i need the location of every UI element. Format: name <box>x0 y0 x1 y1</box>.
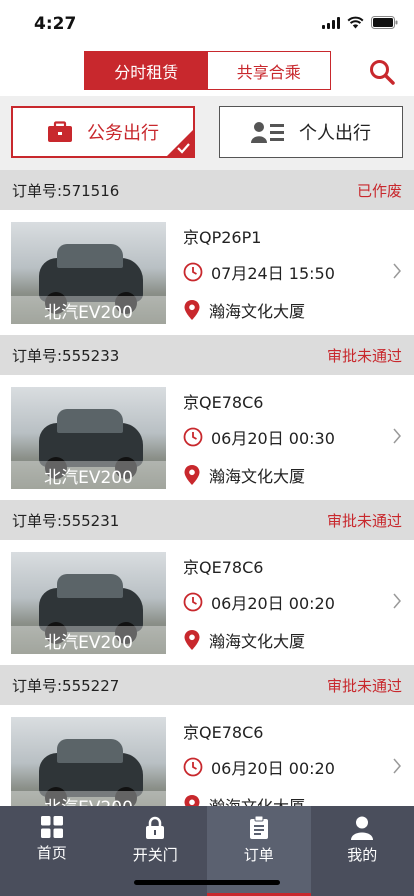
order-list: 订单号:571516 已作废 北汽EV200 京QP26P1 07月24日 15… <box>0 170 414 806</box>
location-pin-icon <box>184 300 200 320</box>
tab-orders-label: 订单 <box>243 846 274 864</box>
grid-icon <box>40 816 63 838</box>
order-item[interactable]: 订单号:555231 审批未通过 北汽EV200 京QE78C6 06月20日 … <box>0 500 414 665</box>
clock-icon <box>183 592 203 612</box>
location-row: 瀚海文化大厦 <box>183 793 305 806</box>
order-status: 审批未通过 <box>326 511 402 530</box>
location-pin-icon <box>184 630 200 650</box>
location-row: 瀚海文化大厦 <box>183 463 305 487</box>
official-trip-label: 公务出行 <box>87 123 159 144</box>
order-number: 订单号:555233 <box>12 346 120 365</box>
pickup-time: 06月20日 00:20 <box>211 759 335 778</box>
location-pin-icon <box>184 465 200 485</box>
pickup-time-row: 06月20日 00:30 <box>183 425 335 449</box>
pickup-location: 瀚海文化大厦 <box>209 302 306 321</box>
chevron-right-icon <box>393 593 401 609</box>
order-status: 审批未通过 <box>326 676 402 695</box>
car-model-label: 北汽EV200 <box>11 791 166 806</box>
plate-number: 京QE78C6 <box>183 723 264 742</box>
clock-icon <box>183 262 203 282</box>
clock-icon <box>183 757 203 777</box>
tab-home-label: 首页 <box>36 844 67 862</box>
trip-mode-bar: 公务出行 个人出行 <box>0 96 414 170</box>
pickup-time: 06月20日 00:30 <box>211 429 335 448</box>
location-row: 瀚海文化大厦 <box>183 628 305 652</box>
plate-number: 京QP26P1 <box>183 228 262 247</box>
order-number: 订单号:571516 <box>12 181 120 200</box>
order-number: 订单号:555227 <box>12 676 120 695</box>
order-status: 审批未通过 <box>326 346 402 365</box>
search-icon[interactable] <box>368 58 396 86</box>
pickup-location: 瀚海文化大厦 <box>209 793 305 806</box>
location-pin-icon <box>184 795 200 806</box>
battery-icon <box>371 16 398 29</box>
location-row: 瀚海文化大厦 <box>183 298 305 322</box>
personal-trip-label: 个人出行 <box>299 123 371 144</box>
order-item[interactable]: 订单号:555227 审批未通过 北汽EV200 京QE78C6 06月20日 … <box>0 665 414 806</box>
order-body[interactable]: 北汽EV200 京QE78C6 06月20日 00:20 瀚海文化大厦 <box>0 705 414 806</box>
lock-icon <box>146 816 165 839</box>
pickup-time-row: 06月20日 00:20 <box>183 755 335 779</box>
pickup-location: 瀚海文化大厦 <box>209 632 306 651</box>
order-body[interactable]: 北汽EV200 京QE78C6 06月20日 00:20 瀚海文化大厦 <box>0 540 414 665</box>
official-trip-button[interactable]: 公务出行 <box>11 106 195 158</box>
pickup-time: 06月20日 00:20 <box>211 594 335 613</box>
personal-trip-button[interactable]: 个人出行 <box>219 106 403 158</box>
order-body[interactable]: 北汽EV200 京QP26P1 07月24日 15:50 瀚海文化大厦 <box>0 210 414 335</box>
briefcase-icon <box>48 121 72 142</box>
car-model-label: 北汽EV200 <box>11 461 166 489</box>
segment-carpool[interactable]: 共享合乘 <box>207 52 330 89</box>
status-time: 4:27 <box>34 14 77 34</box>
user-icon <box>351 816 374 840</box>
order-item[interactable]: 订单号:571516 已作废 北汽EV200 京QP26P1 07月24日 15… <box>0 170 414 335</box>
segment-time-rental[interactable]: 分时租赁 <box>85 52 208 89</box>
order-status: 已作废 <box>356 181 402 200</box>
plate-number: 京QE78C6 <box>183 558 264 577</box>
top-bar: 分时租赁 共享合乘 <box>0 46 414 96</box>
person-card-icon <box>251 122 284 143</box>
order-header: 订单号:555227 审批未通过 <box>0 665 414 705</box>
tab-mine[interactable]: 我的 <box>311 806 414 896</box>
pickup-time-row: 07月24日 15:50 <box>183 260 335 284</box>
pickup-time-row: 06月20日 00:20 <box>183 590 335 614</box>
chevron-right-icon <box>393 428 401 444</box>
tab-home[interactable]: 首页 <box>0 806 104 896</box>
tab-door-label: 开关门 <box>132 846 178 864</box>
tab-mine-label: 我的 <box>347 846 378 864</box>
check-corner-icon <box>166 129 194 157</box>
car-photo: 北汽EV200 <box>11 222 166 324</box>
car-model-label: 北汽EV200 <box>11 626 166 654</box>
car-photo: 北汽EV200 <box>11 717 166 806</box>
order-header: 订单号:571516 已作废 <box>0 170 414 210</box>
order-header: 订单号:555233 审批未通过 <box>0 335 414 375</box>
plate-number: 京QE78C6 <box>183 393 264 412</box>
home-indicator[interactable] <box>134 880 280 885</box>
clock-icon <box>183 427 203 447</box>
signal-icon <box>322 16 340 29</box>
clipboard-icon <box>249 816 268 839</box>
segmented-control: 分时租赁 共享合乘 <box>84 51 331 90</box>
order-header: 订单号:555231 审批未通过 <box>0 500 414 540</box>
car-model-label: 北汽EV200 <box>11 296 166 324</box>
car-photo: 北汽EV200 <box>11 552 166 654</box>
pickup-time: 07月24日 15:50 <box>211 264 335 283</box>
chevron-right-icon <box>393 758 401 774</box>
wifi-icon <box>347 16 364 29</box>
order-item[interactable]: 订单号:555233 审批未通过 北汽EV200 京QE78C6 06月20日 … <box>0 335 414 500</box>
status-icons <box>322 16 398 29</box>
pickup-location: 瀚海文化大厦 <box>209 467 306 486</box>
car-photo: 北汽EV200 <box>11 387 166 489</box>
order-number: 订单号:555231 <box>12 511 120 530</box>
chevron-right-icon <box>393 263 401 279</box>
order-body[interactable]: 北汽EV200 京QE78C6 06月20日 00:30 瀚海文化大厦 <box>0 375 414 500</box>
status-bar: 4:27 <box>0 0 414 46</box>
